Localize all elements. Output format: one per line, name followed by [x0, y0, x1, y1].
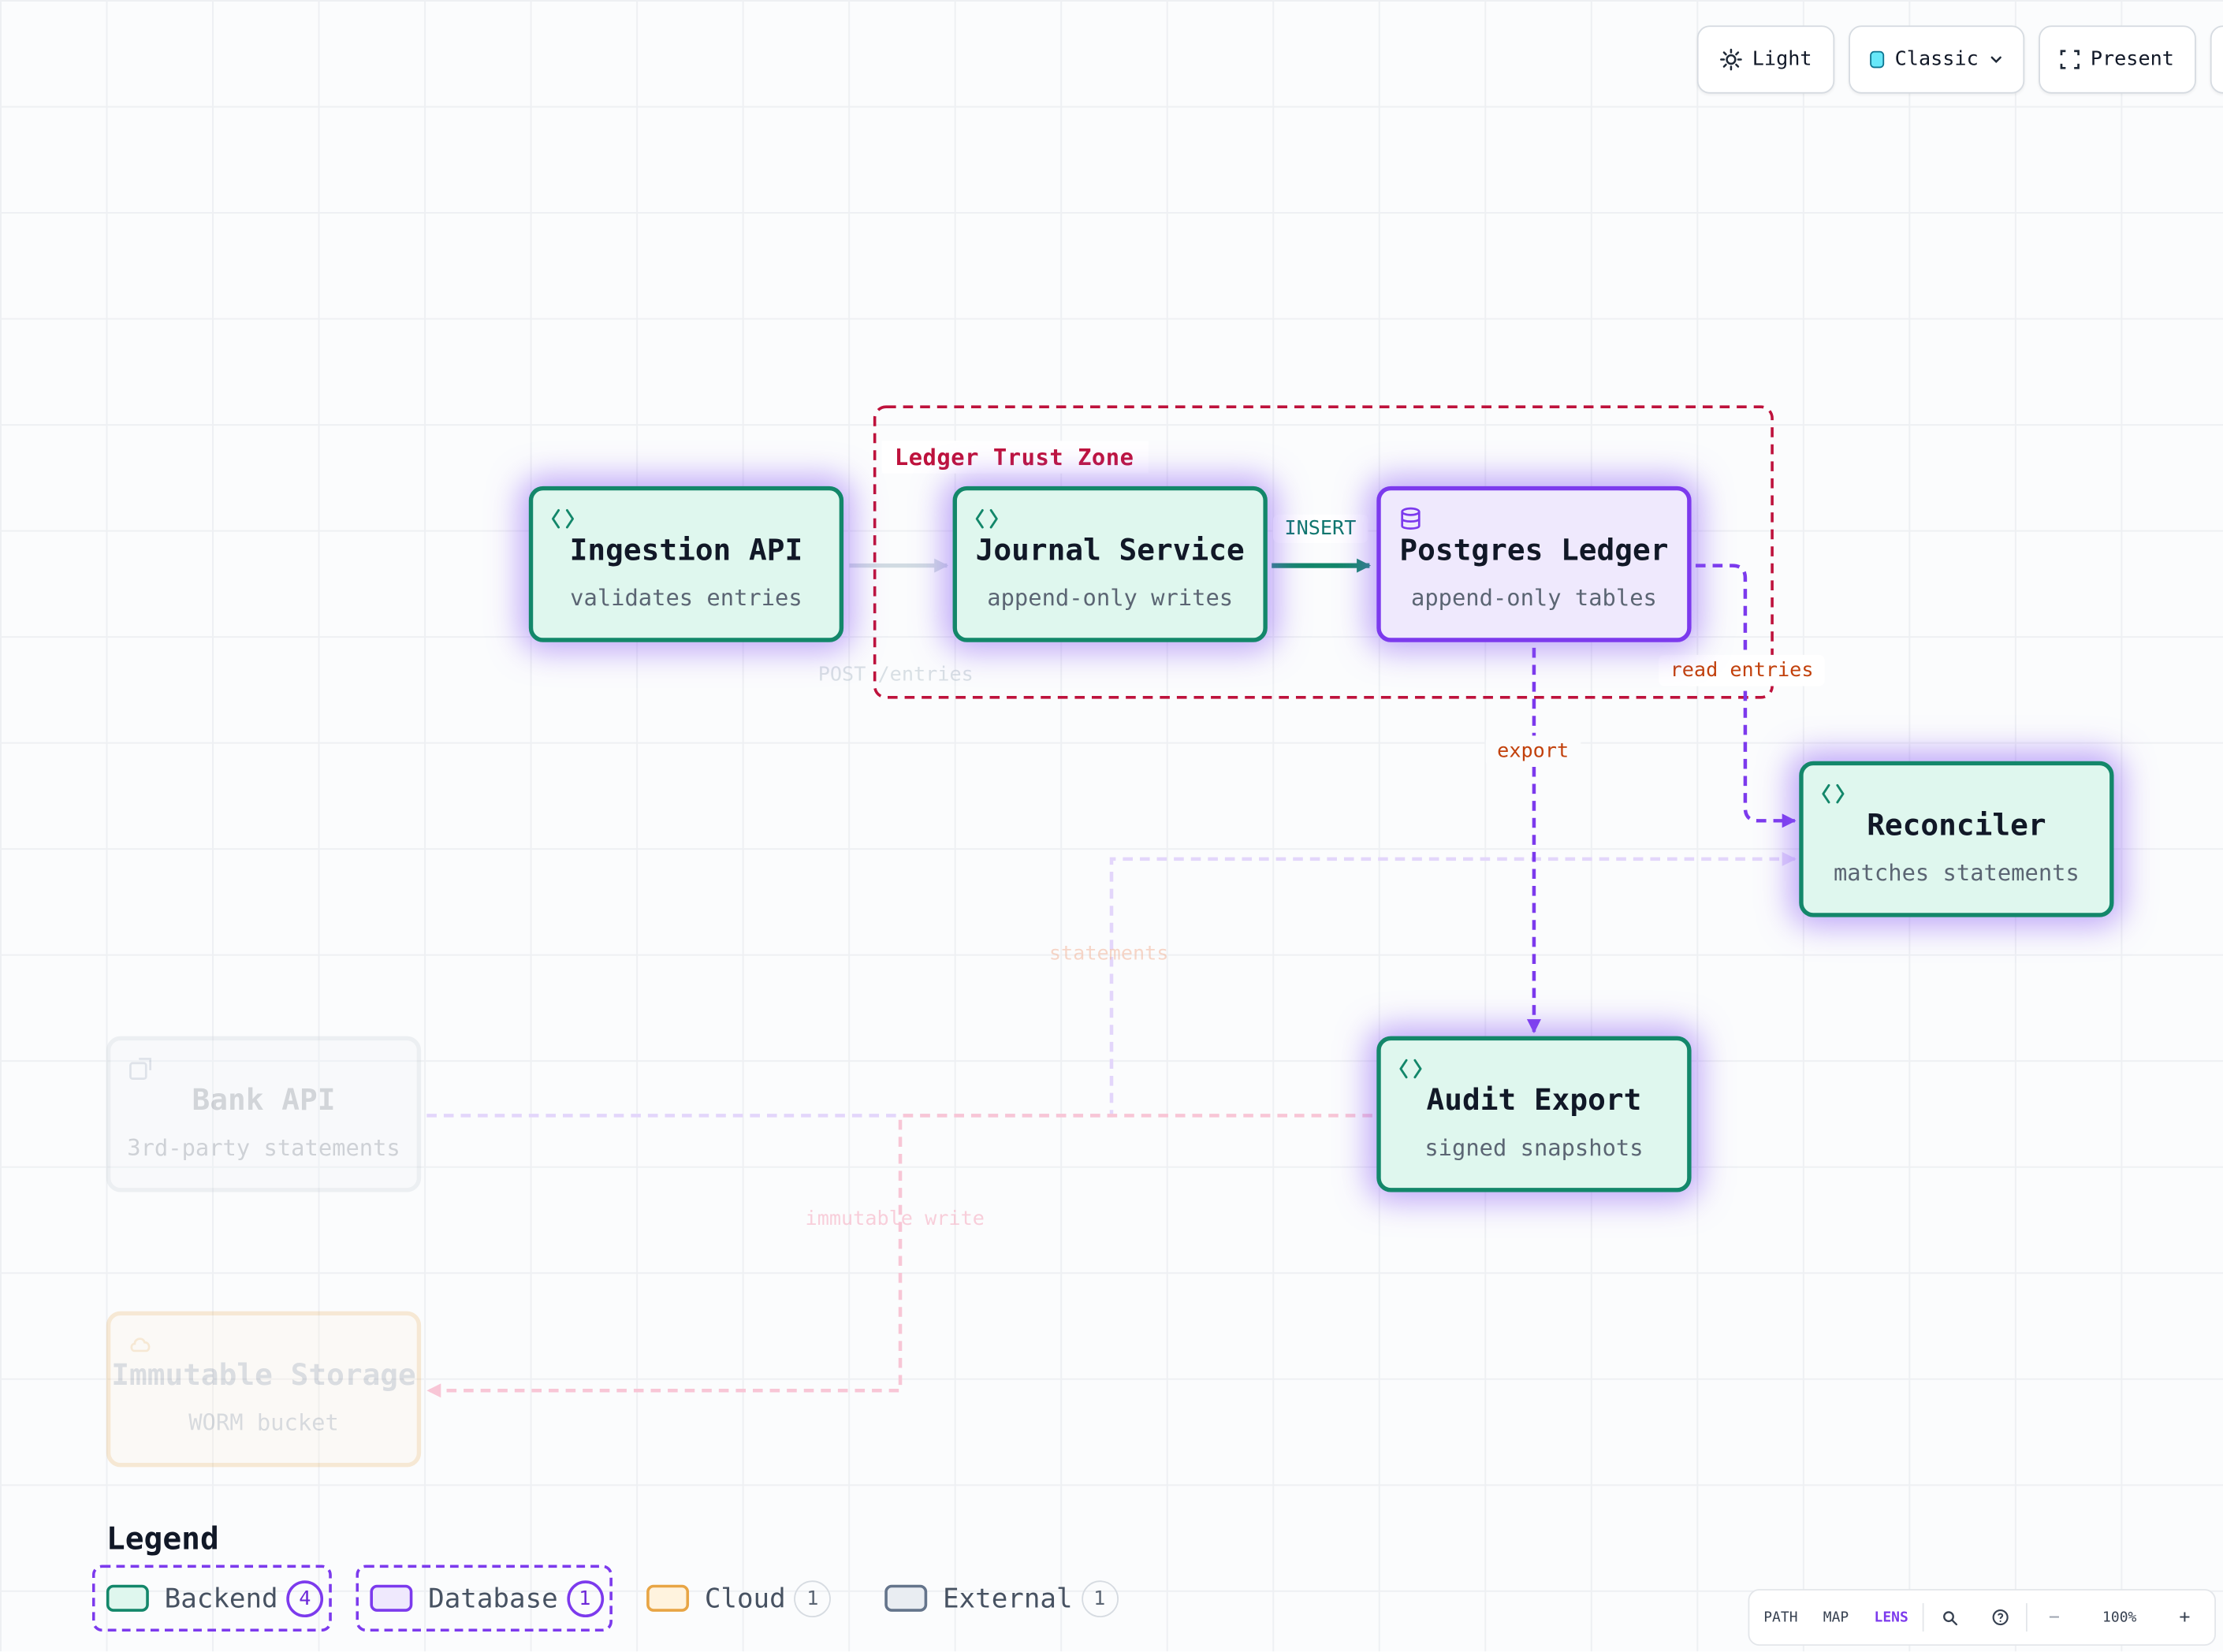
node-audit-export[interactable]: Audit Export signed snapshots	[1376, 1036, 1692, 1192]
help-button[interactable]	[1975, 1609, 2026, 1626]
node-subtitle: signed snapshots	[1424, 1133, 1644, 1161]
legend-item-external[interactable]: External 1	[884, 1565, 1126, 1632]
path-mode-button[interactable]: PATH	[1749, 1609, 1812, 1625]
node-subtitle: 3rd-party statements	[127, 1133, 400, 1161]
node-reconciler[interactable]: Reconciler matches statements	[1799, 761, 2114, 917]
legend-title: Legend	[106, 1522, 219, 1558]
node-journal-service[interactable]: Journal Service append-only writes	[952, 486, 1268, 642]
legend-swatch	[106, 1584, 149, 1612]
legend-swatch	[646, 1584, 690, 1612]
zoom-in-button[interactable]: +	[2158, 1607, 2211, 1628]
search-icon	[1942, 1610, 1957, 1625]
external-link-icon	[129, 1058, 151, 1080]
style-select-button[interactable]: Classic	[1849, 25, 2025, 94]
node-subtitle: matches statements	[1833, 858, 2080, 887]
legend-label: Backend	[164, 1582, 278, 1614]
style-select-label: Classic	[1894, 48, 1979, 71]
node-title: Reconciler	[1867, 808, 2046, 843]
edge-label-immutable-write: immutable write	[805, 1207, 985, 1231]
node-title: Audit Export	[1426, 1083, 1642, 1118]
fullscreen-icon	[2061, 50, 2080, 69]
diagram-canvas[interactable]: Ledger Trust Zone POST /entries INSERT r…	[0, 0, 2223, 1652]
code-brackets-icon	[975, 509, 998, 529]
legend-label: Cloud	[704, 1582, 786, 1614]
edge-label-statements: statements	[1048, 942, 1169, 966]
legend-count: 1	[566, 1579, 604, 1617]
present-label: Present	[2090, 48, 2174, 71]
style-swatch-icon	[1871, 50, 1886, 69]
legend-item-database[interactable]: Database 1	[356, 1565, 613, 1632]
legend-swatch	[370, 1584, 413, 1612]
edge-label-export: export	[1485, 735, 1581, 767]
legend-count: 4	[286, 1579, 324, 1617]
edge-label-read-entries: read entries	[1659, 654, 1825, 686]
theme-toggle-label: Light	[1752, 48, 1812, 71]
node-title: Bank API	[192, 1083, 336, 1118]
legend-count: 1	[794, 1579, 832, 1617]
theme-toggle-button[interactable]: Light	[1696, 25, 1835, 94]
cloud-icon	[130, 1338, 151, 1352]
zoom-out-button[interactable]: −	[2028, 1607, 2081, 1628]
edge-label-post-entries: POST /entries	[817, 663, 974, 686]
code-brackets-icon	[1399, 1059, 1422, 1079]
code-brackets-icon	[1822, 783, 1845, 804]
map-mode-button[interactable]: MAP	[1812, 1609, 1860, 1625]
legend-count: 1	[1081, 1579, 1119, 1617]
edge-label-insert: INSERT	[1273, 514, 1368, 543]
node-title: Postgres Ledger	[1399, 533, 1669, 567]
node-subtitle: append-only tables	[1411, 583, 1657, 612]
present-button[interactable]: Present	[2039, 25, 2196, 94]
node-bank-api[interactable]: Bank API 3rd-party statements	[106, 1036, 422, 1192]
trust-zone-label: Ledger Trust Zone	[881, 441, 1149, 474]
database-icon	[1401, 507, 1421, 530]
zoom-level: 100%	[2102, 1609, 2137, 1625]
node-subtitle: validates entries	[570, 583, 802, 612]
search-button[interactable]	[1924, 1609, 1975, 1625]
help-icon	[1992, 1609, 2009, 1626]
node-postgres-ledger[interactable]: Postgres Ledger append-only tables	[1376, 486, 1692, 642]
legend-item-cloud[interactable]: Cloud 1	[646, 1565, 845, 1632]
node-immutable-storage[interactable]: Immutable Storage WORM bucket	[106, 1311, 422, 1468]
more-toolbar-button[interactable]	[2210, 25, 2223, 94]
chevron-down-icon	[1990, 56, 2001, 64]
node-subtitle: append-only writes	[987, 583, 1234, 612]
node-subtitle: WORM bucket	[188, 1408, 339, 1436]
node-title: Ingestion API	[569, 533, 803, 567]
edge-read-entries	[1695, 564, 1797, 828]
node-ingestion-api[interactable]: Ingestion API validates entries	[528, 486, 844, 642]
edge-immutable-write	[426, 1114, 1372, 1398]
node-title: Journal Service	[975, 533, 1245, 567]
view-controls-bar: PATH MAP LENS − 100% +	[1748, 1589, 2217, 1646]
node-title: Immutable Storage	[111, 1357, 416, 1393]
legend-label: Database	[428, 1582, 558, 1614]
legend-swatch	[884, 1584, 928, 1612]
legend-item-backend[interactable]: Backend 4	[91, 1565, 332, 1632]
lens-mode-button[interactable]: LENS	[1860, 1609, 1923, 1625]
legend-label: External	[942, 1582, 1073, 1614]
sun-icon	[1719, 48, 1742, 71]
code-brackets-icon	[551, 509, 575, 529]
